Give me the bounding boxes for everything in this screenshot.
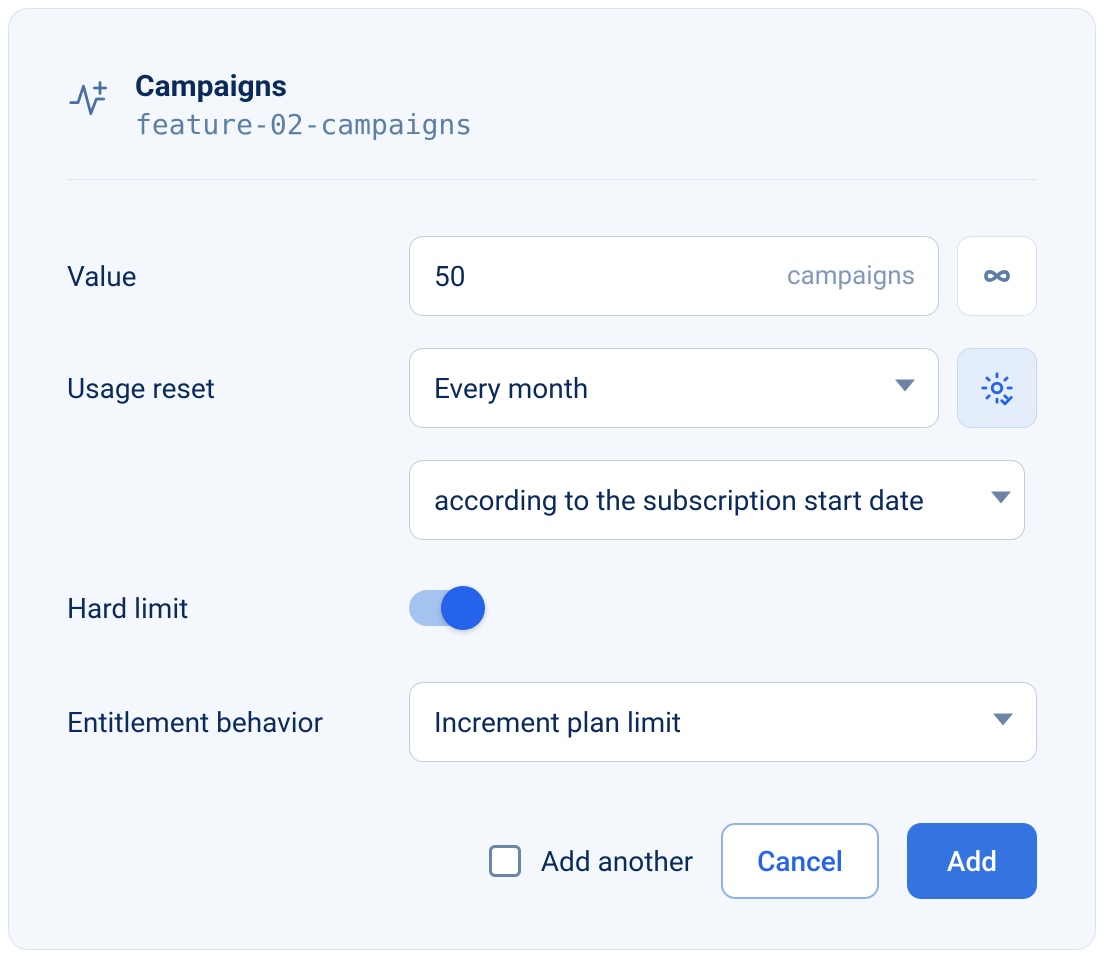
value-input-wrap: campaigns xyxy=(409,236,939,316)
add-another-label: Add another xyxy=(541,845,693,878)
feature-title: Campaigns xyxy=(135,69,472,104)
usage-reset-sub-row: according to the subscription start date xyxy=(409,460,1037,540)
value-row: Value campaigns xyxy=(67,236,1037,316)
usage-reset-label: Usage reset xyxy=(67,372,409,405)
entitlement-behavior-select[interactable]: Increment plan limit xyxy=(409,682,1037,762)
value-label: Value xyxy=(67,260,409,293)
reset-anchor-value: according to the subscription start date xyxy=(434,484,924,517)
header-text: Campaigns feature-02-campaigns xyxy=(135,69,472,141)
entitlement-behavior-label: Entitlement behavior xyxy=(67,706,409,739)
add-another-checkbox-group[interactable]: Add another xyxy=(489,845,693,878)
add-button[interactable]: Add xyxy=(907,823,1037,899)
usage-reset-settings-button[interactable] xyxy=(957,348,1037,428)
cancel-button[interactable]: Cancel xyxy=(721,823,879,899)
metered-feature-icon xyxy=(67,77,111,121)
reset-anchor-select[interactable]: according to the subscription start date xyxy=(409,460,1025,540)
feature-id: feature-02-campaigns xyxy=(135,108,472,141)
card-footer: Add another Cancel Add xyxy=(489,823,1037,899)
infinity-button[interactable] xyxy=(957,236,1037,316)
entitlement-behavior-row: Entitlement behavior Increment plan limi… xyxy=(67,682,1037,762)
usage-reset-value: Every month xyxy=(434,372,588,405)
value-input[interactable] xyxy=(409,236,939,316)
hard-limit-toggle[interactable] xyxy=(409,590,481,626)
entitlement-behavior-value: Increment plan limit xyxy=(434,706,681,739)
usage-reset-select[interactable]: Every month xyxy=(409,348,939,428)
entitlement-config-card: Campaigns feature-02-campaigns Value cam… xyxy=(8,8,1096,950)
usage-reset-row: Usage reset Every month xyxy=(67,348,1037,428)
add-another-checkbox[interactable] xyxy=(489,845,521,877)
divider xyxy=(67,179,1037,180)
hard-limit-row: Hard limit xyxy=(67,590,1037,626)
card-header: Campaigns feature-02-campaigns xyxy=(67,69,1037,141)
hard-limit-label: Hard limit xyxy=(67,592,409,625)
